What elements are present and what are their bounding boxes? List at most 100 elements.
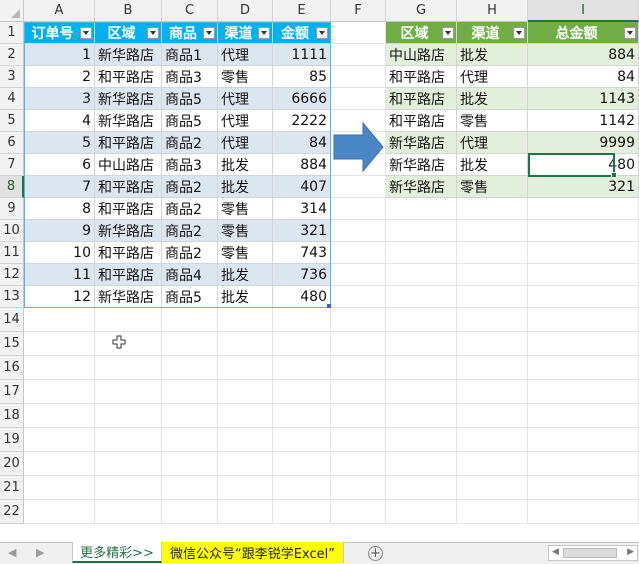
grid-cell[interactable] <box>273 332 331 356</box>
left-table-cell[interactable]: 314 <box>273 198 331 220</box>
grid-cell[interactable] <box>457 404 528 428</box>
grid-cell[interactable] <box>24 452 95 476</box>
grid-cell[interactable] <box>457 264 528 286</box>
left-table-cell[interactable]: 商品5 <box>162 88 218 110</box>
right-table-cell[interactable]: 和平路店 <box>386 110 457 132</box>
filter-dropdown-icon[interactable] <box>316 27 328 39</box>
grid-cell[interactable] <box>162 452 218 476</box>
right-table-cell[interactable]: 零售 <box>457 110 528 132</box>
filter-dropdown-icon[interactable] <box>513 27 525 39</box>
grid-cell[interactable] <box>331 220 386 242</box>
grid-cell[interactable] <box>528 452 639 476</box>
column-header-a[interactable]: A <box>24 0 95 22</box>
right-table-cell[interactable]: 1142 <box>528 110 639 132</box>
left-table-cell[interactable]: 批发 <box>218 176 273 198</box>
left-table-cell[interactable]: 1111 <box>273 44 331 66</box>
grid-cell[interactable] <box>528 332 639 356</box>
grid-cell[interactable] <box>24 308 95 332</box>
grid-cell[interactable] <box>528 404 639 428</box>
grid-cell[interactable] <box>95 452 162 476</box>
grid-cell[interactable] <box>273 380 331 404</box>
left-table-cell[interactable]: 和平路店 <box>95 242 162 264</box>
grid-cell[interactable] <box>95 476 162 500</box>
left-table-cell[interactable]: 1 <box>24 44 95 66</box>
left-table-cell[interactable]: 4 <box>24 110 95 132</box>
grid-cell[interactable] <box>218 476 273 500</box>
grid-cell[interactable] <box>331 44 386 66</box>
left-table-cell[interactable]: 884 <box>273 154 331 176</box>
row-header-15[interactable]: 15 <box>0 332 24 356</box>
grid-cell[interactable] <box>273 452 331 476</box>
right-table-cell[interactable]: 新华路店 <box>386 132 457 154</box>
right-table-cell[interactable]: 新华路店 <box>386 176 457 198</box>
grid-cell[interactable] <box>218 332 273 356</box>
add-sheet-button[interactable]: + <box>368 546 383 561</box>
column-header-f[interactable]: F <box>331 0 386 22</box>
grid-cell[interactable] <box>331 500 386 524</box>
left-table-cell[interactable]: 批发 <box>218 154 273 176</box>
select-all-corner[interactable] <box>0 0 24 22</box>
left-table-cell[interactable]: 6666 <box>273 88 331 110</box>
grid-cell[interactable] <box>218 380 273 404</box>
grid-cell[interactable] <box>457 332 528 356</box>
grid-cell[interactable] <box>386 452 457 476</box>
row-header-1[interactable]: 1 <box>0 22 24 44</box>
row-header-16[interactable]: 16 <box>0 356 24 380</box>
row-header-9[interactable]: 9 <box>0 198 24 220</box>
grid-cell[interactable] <box>95 428 162 452</box>
grid-cell[interactable] <box>331 476 386 500</box>
left-table-cell[interactable]: 批发 <box>218 264 273 286</box>
filter-dropdown-icon[interactable] <box>147 27 159 39</box>
grid-cell[interactable] <box>95 308 162 332</box>
scroll-thumb[interactable] <box>563 548 617 558</box>
grid-cell[interactable] <box>162 380 218 404</box>
left-table-cell[interactable]: 商品2 <box>162 176 218 198</box>
grid-cell[interactable] <box>162 500 218 524</box>
grid-cell[interactable] <box>457 198 528 220</box>
grid-cell[interactable] <box>386 404 457 428</box>
left-table-cell[interactable]: 商品5 <box>162 286 218 308</box>
grid-cell[interactable] <box>457 356 528 380</box>
right-table-cell[interactable]: 1143 <box>528 88 639 110</box>
grid-cell[interactable] <box>331 198 386 220</box>
scroll-left-arrow-icon[interactable]: ◀ <box>552 547 559 557</box>
left-table-cell[interactable]: 商品2 <box>162 132 218 154</box>
grid-cell[interactable] <box>218 452 273 476</box>
grid-cell[interactable] <box>24 476 95 500</box>
grid-cell[interactable] <box>457 242 528 264</box>
grid-cell[interactable] <box>218 500 273 524</box>
grid-cell[interactable] <box>528 500 639 524</box>
column-header-e[interactable]: E <box>273 0 331 22</box>
right-table-cell[interactable]: 批发 <box>457 44 528 66</box>
grid-cell[interactable] <box>386 220 457 242</box>
left-table-cell[interactable]: 和平路店 <box>95 176 162 198</box>
row-header-6[interactable]: 6 <box>0 132 24 154</box>
grid-cell[interactable] <box>273 356 331 380</box>
right-table-cell[interactable]: 新华路店 <box>386 154 457 176</box>
sheet-tab-wechat[interactable]: 微信公众号“跟李锐学Excel” <box>162 542 344 563</box>
grid-cell[interactable] <box>218 356 273 380</box>
left-table-cell[interactable]: 代理 <box>218 110 273 132</box>
left-table-cell[interactable]: 新华路店 <box>95 286 162 308</box>
grid-cell[interactable] <box>386 308 457 332</box>
fill-handle[interactable] <box>611 172 617 178</box>
column-header-i[interactable]: I <box>528 0 639 22</box>
grid-cell[interactable] <box>528 308 639 332</box>
grid-cell[interactable] <box>528 476 639 500</box>
grid-cell[interactable] <box>386 198 457 220</box>
row-header-5[interactable]: 5 <box>0 110 24 132</box>
grid-cell[interactable] <box>273 500 331 524</box>
left-table-cell[interactable]: 新华路店 <box>95 110 162 132</box>
grid-cell[interactable] <box>24 380 95 404</box>
grid-cell[interactable] <box>528 380 639 404</box>
grid-cell[interactable] <box>528 356 639 380</box>
grid-cell[interactable] <box>95 404 162 428</box>
left-table-cell[interactable]: 9 <box>24 220 95 242</box>
left-table-cell[interactable]: 代理 <box>218 88 273 110</box>
left-table-cell[interactable]: 480 <box>273 286 331 308</box>
left-table-cell[interactable]: 12 <box>24 286 95 308</box>
row-header-19[interactable]: 19 <box>0 428 24 452</box>
left-table-cell[interactable]: 中山路店 <box>95 154 162 176</box>
sheet-tab-more[interactable]: 更多精彩>> <box>72 542 162 563</box>
grid-cell[interactable] <box>24 332 95 356</box>
